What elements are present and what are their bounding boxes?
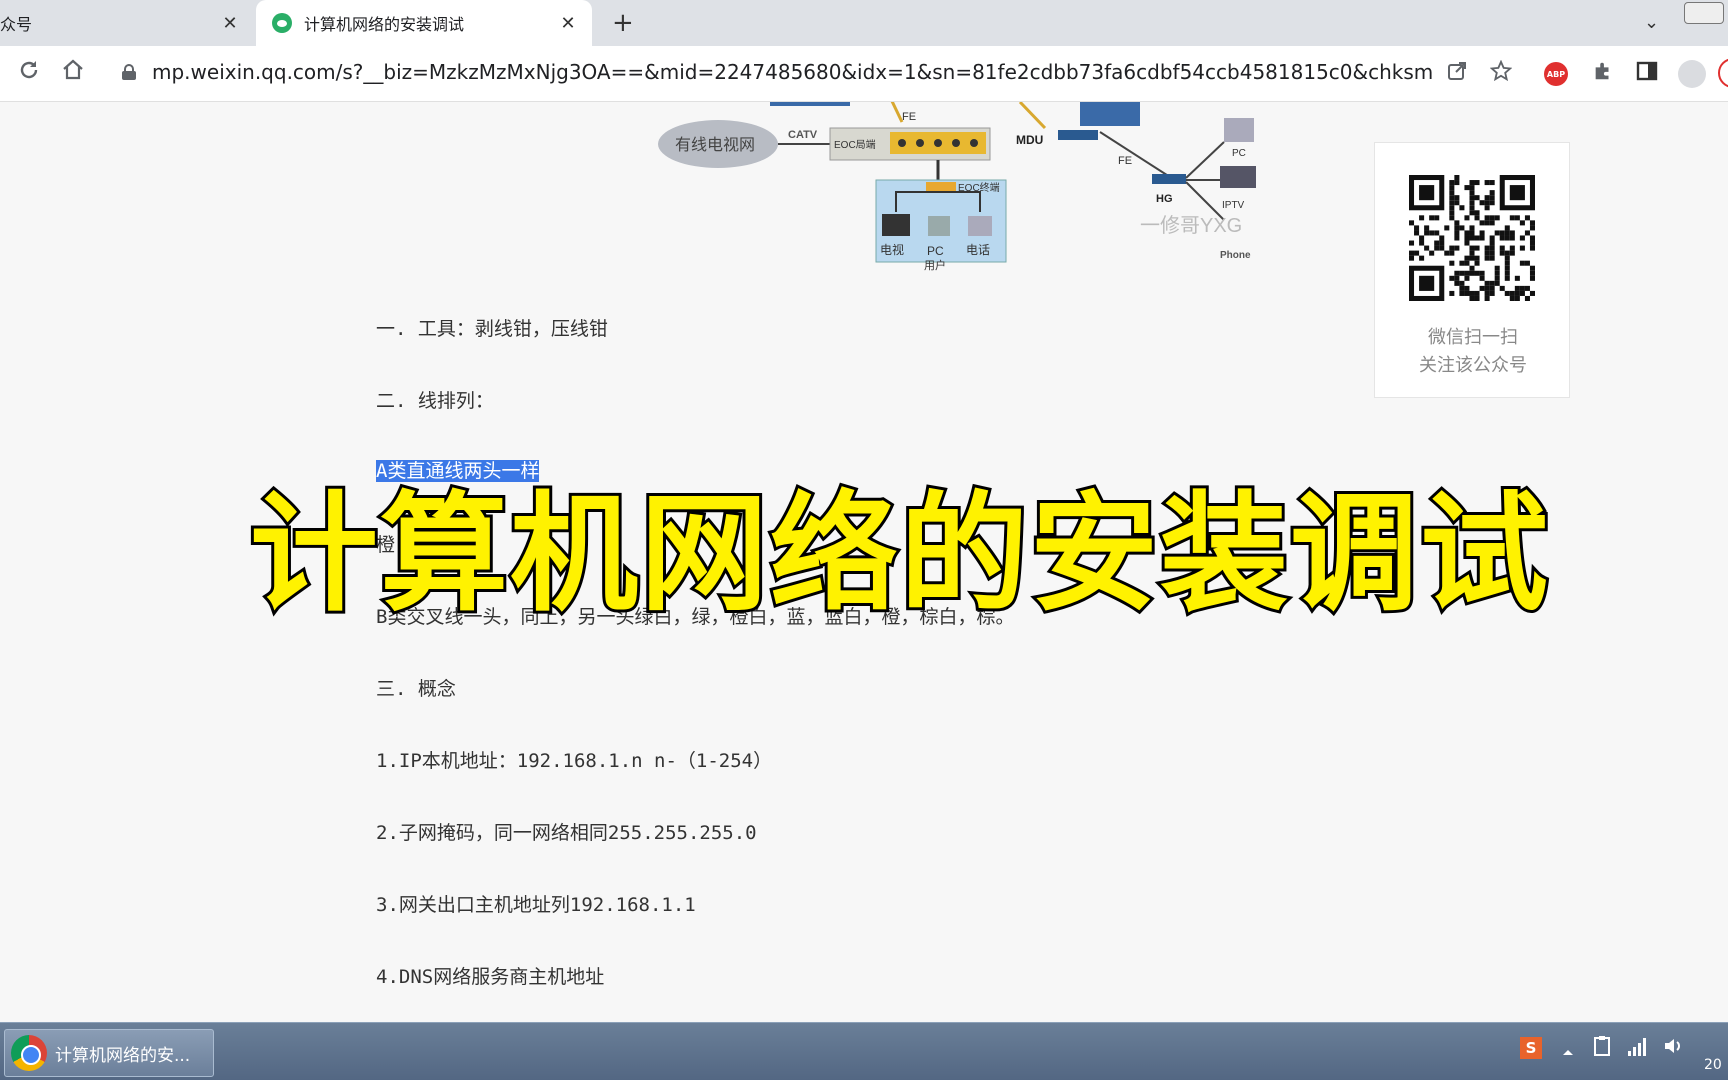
diagram-watermark: 一修哥YXG [1140,214,1242,237]
diagram-label-fe2: FE [1118,155,1132,167]
diagram-label-pc2: PC [1232,148,1246,159]
diagram-label-catv: CATV [788,129,818,141]
article-paragraph: 一. 工具：剥线钳，压线钳 [376,318,608,340]
tab-search-icon[interactable]: ⌄ [1644,12,1659,33]
diagram-label-mdu: MDU [1016,133,1043,147]
extensions-icon[interactable] [1588,60,1618,88]
volume-icon[interactable] [1662,1035,1686,1062]
diagram-label-user: 用户 [924,258,946,272]
sogou-input-icon[interactable]: S [1520,1037,1542,1059]
qr-code-image[interactable] [1409,175,1535,301]
close-tab-icon[interactable]: ✕ [558,13,578,34]
qr-caption-line2: 关注该公众号 [1419,355,1527,376]
tab-label: 计算机网络的安装调试 [304,15,465,34]
article-paragraph: 三. 概念 [376,678,456,700]
diagram-label-phone: 电话 [966,243,990,257]
new-tab-button[interactable]: + [612,8,634,38]
window-minimize-button[interactable] [1684,2,1724,24]
system-clock[interactable]: 20 [1704,1057,1722,1073]
diagram-label-catv-cloud: 有线电视网 [675,135,755,154]
tab-label: 众号 [0,15,33,34]
tab-active[interactable]: 计算机网络的安装调试 ✕ [256,0,592,46]
tab-inactive[interactable]: 众号 ✕ [0,0,254,46]
address-bar[interactable]: mp.weixin.qq.com/s?__biz=MzkzMzMxNjg3OA=… [152,60,1432,84]
chrome-icon [11,1035,47,1071]
profile-icon[interactable] [1678,60,1706,88]
article-paragraph: 3.网关出口主机地址列192.168.1.1 [376,894,696,916]
taskbar: 计算机网络的安... S 20 [0,1022,1728,1080]
diagram-label-pc: PC [927,244,944,258]
wechat-icon [272,13,292,33]
reload-icon[interactable] [14,58,44,88]
close-tab-icon[interactable]: ✕ [220,13,240,34]
share-icon[interactable] [1442,60,1472,88]
diagram-label-eoc-head: EOC局端 [834,138,876,151]
article-paragraph: 2.子网掩码，同一网络相同255.255.255.0 [376,822,757,844]
overlay-title: 计算机网络的安装调试 [247,477,1551,632]
qr-caption-line1: 微信扫一扫 [1428,327,1518,348]
star-icon[interactable] [1486,59,1516,88]
sidepanel-icon[interactable] [1632,60,1662,88]
clipboard-icon[interactable] [1592,1035,1612,1062]
diagram-label-iptv: IPTV [1222,200,1245,211]
article-paragraph: 4.DNS网络服务商主机地址 [376,966,605,988]
qr-code-card: 微信扫一扫 关注该公众号 [1374,142,1570,398]
taskbar-chrome-item[interactable]: 计算机网络的安... [4,1029,214,1077]
article-paragraph: 二. 线排列： [376,390,494,412]
diagram-label-phone2: Phone [1220,250,1251,261]
article-paragraph: 1.IP本机地址：192.168.1.n n-（1-254） [376,750,773,772]
tab-bar: 众号 ✕ 计算机网络的安装调试 ✕ + ⌄ [0,0,1728,46]
diagram-label-hg: HG [1156,193,1173,205]
tray-expand-icon[interactable] [1562,1039,1574,1063]
home-icon[interactable] [58,58,88,88]
browser-toolbar: mp.weixin.qq.com/s?__biz=MzkzMzMxNjg3OA=… [0,46,1728,102]
lock-icon[interactable] [122,64,136,80]
taskbar-item-label: 计算机网络的安... [55,1045,191,1066]
diagram-label-tv: 电视 [880,242,904,257]
network-diagram-image: FE 有线电视网 CATV EOC局端 EOC终端 电视 PC 电话 用户 MD… [658,102,1256,272]
adblock-icon[interactable]: ABP [1544,62,1568,86]
menu-icon[interactable] [1718,58,1728,88]
diagram-label-fe: FE [902,111,916,123]
network-signal-icon[interactable] [1626,1035,1650,1062]
